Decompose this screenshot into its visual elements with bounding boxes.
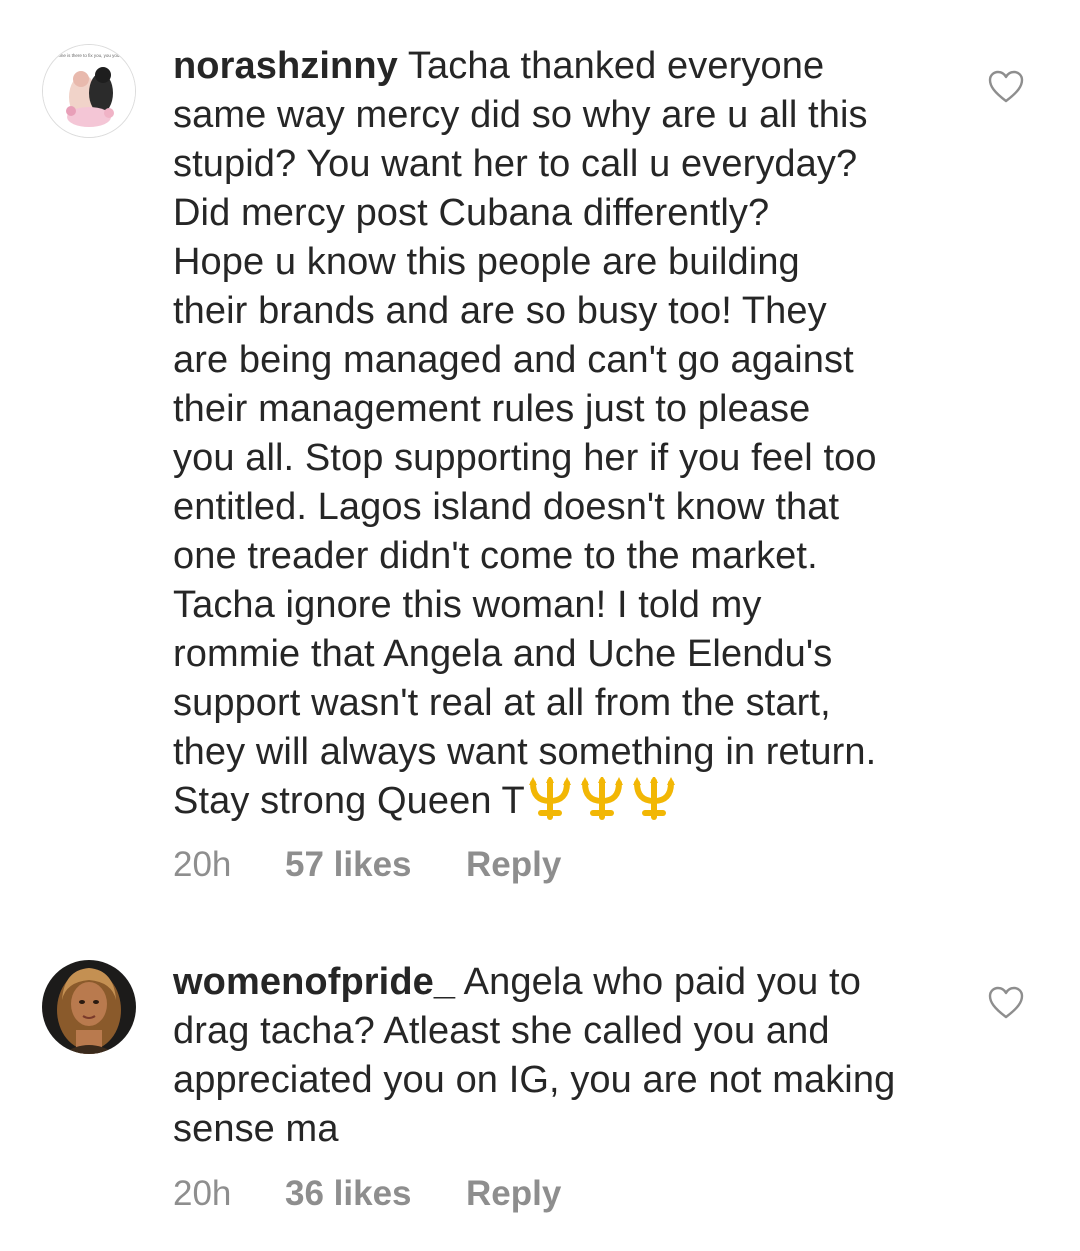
comment-line: Hope u know this people are building [173,241,800,283]
comment-timestamp: 20h [173,1174,232,1213]
trident-emoji [632,777,675,820]
heart-outline-icon[interactable] [988,986,1024,1020]
comment-text: womenofpride_ Angela who paid you to dra… [173,958,973,1154]
avatar-caption: no one is there to fix you, you yourself [52,53,129,58]
comment-line: are being managed and can't go against [173,339,854,381]
comment-line: stupid? You want her to call u everyday? [173,143,858,185]
comment-line: norashzinny Tacha thanked everyone [173,42,973,91]
comment-meta: 20h 36 likes Reply [173,1174,561,1214]
comment-line: one treader didn't come to the market. [173,535,818,577]
comment-line-text: Angela who paid you to [463,961,861,1003]
trident-emoji-group [525,777,681,822]
comment-line: rommie that Angela and Uche Elendu's [173,633,833,675]
avatar[interactable]: no one is there to fix you, you yourself [42,44,136,138]
comment-username[interactable]: womenofpride_ [173,961,455,1003]
comment-line: you all. Stop supporting her if you feel… [173,437,877,479]
likes-count[interactable]: 57 likes [285,845,466,885]
comment-line: Did mercy post Cubana differently? [173,192,770,234]
reply-button[interactable]: Reply [466,1174,561,1214]
comment-line: they will always want something in retur… [173,731,877,773]
comment-line: womenofpride_ Angela who paid you to [173,958,973,1007]
avatar-image: no one is there to fix you, you yourself [43,45,135,137]
reply-button[interactable]: Reply [466,845,561,885]
comment-line: their management rules just to please [173,388,811,430]
avatar-image [42,960,136,1054]
comment-line: support wasn't real at all from the star… [173,682,831,724]
comment-line: drag tacha? Atleast she called you and [173,1010,830,1052]
comment-line-text: Stay strong Queen T [173,780,525,822]
comment-line: Tacha ignore this woman! I told my [173,584,762,626]
trident-emoji [580,777,623,820]
comment-item: no one is there to fix you, you yourself… [0,0,1080,900]
trident-emoji [528,777,571,820]
comment-item: womenofpride_ Angela who paid you to dra… [0,900,1080,1251]
comment-line: entitled. Lagos island doesn't know that [173,486,840,528]
comment-meta: 20h 57 likes Reply [173,845,561,885]
comment-line: Stay strong Queen T [173,777,973,826]
comment-text: norashzinny Tacha thanked everyone same … [173,42,973,826]
likes-count[interactable]: 36 likes [285,1174,466,1214]
comment-line: sense ma [173,1108,339,1150]
comment-username[interactable]: norashzinny [173,45,398,87]
comment-line: same way mercy did so why are u all this [173,94,868,136]
comment-line-text: Tacha thanked everyone [407,45,825,87]
comment-timestamp: 20h [173,845,232,884]
heart-outline-icon[interactable] [988,70,1024,104]
avatar[interactable] [42,960,136,1054]
comment-line: their brands and are so busy too! They [173,290,827,332]
comment-line: appreciated you on IG, you are not makin… [173,1059,896,1101]
